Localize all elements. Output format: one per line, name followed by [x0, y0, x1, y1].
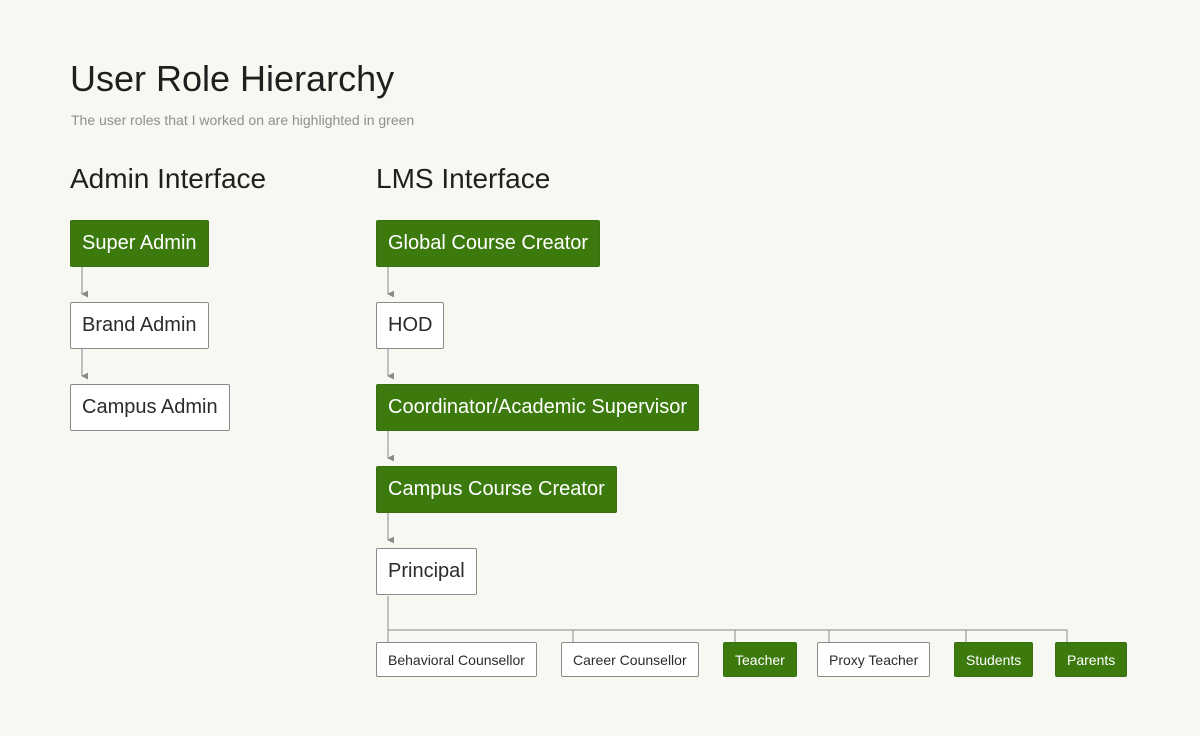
role-proxy-teacher: Proxy Teacher [817, 642, 931, 677]
role-behavioral-counsellor: Behavioral Counsellor [376, 642, 537, 677]
role-principal: Principal [376, 548, 477, 595]
role-career-counsellor: Career Counsellor [561, 642, 699, 677]
role-students: Students [954, 642, 1034, 677]
role-teacher: Teacher [723, 642, 797, 677]
role-global-course-creator: Global Course Creator [376, 220, 601, 267]
role-brand-admin: Brand Admin [70, 302, 209, 349]
role-hod: HOD [376, 302, 445, 349]
role-campus-admin: Campus Admin [70, 384, 230, 431]
role-campus-course-creator: Campus Course Creator [376, 466, 617, 513]
role-super-admin: Super Admin [70, 220, 209, 267]
role-parents: Parents [1055, 642, 1128, 677]
hierarchy-connectors [81, 267, 1068, 642]
role-coordinator-academic-supervisor: Coordinator/Academic Supervisor [376, 384, 700, 431]
